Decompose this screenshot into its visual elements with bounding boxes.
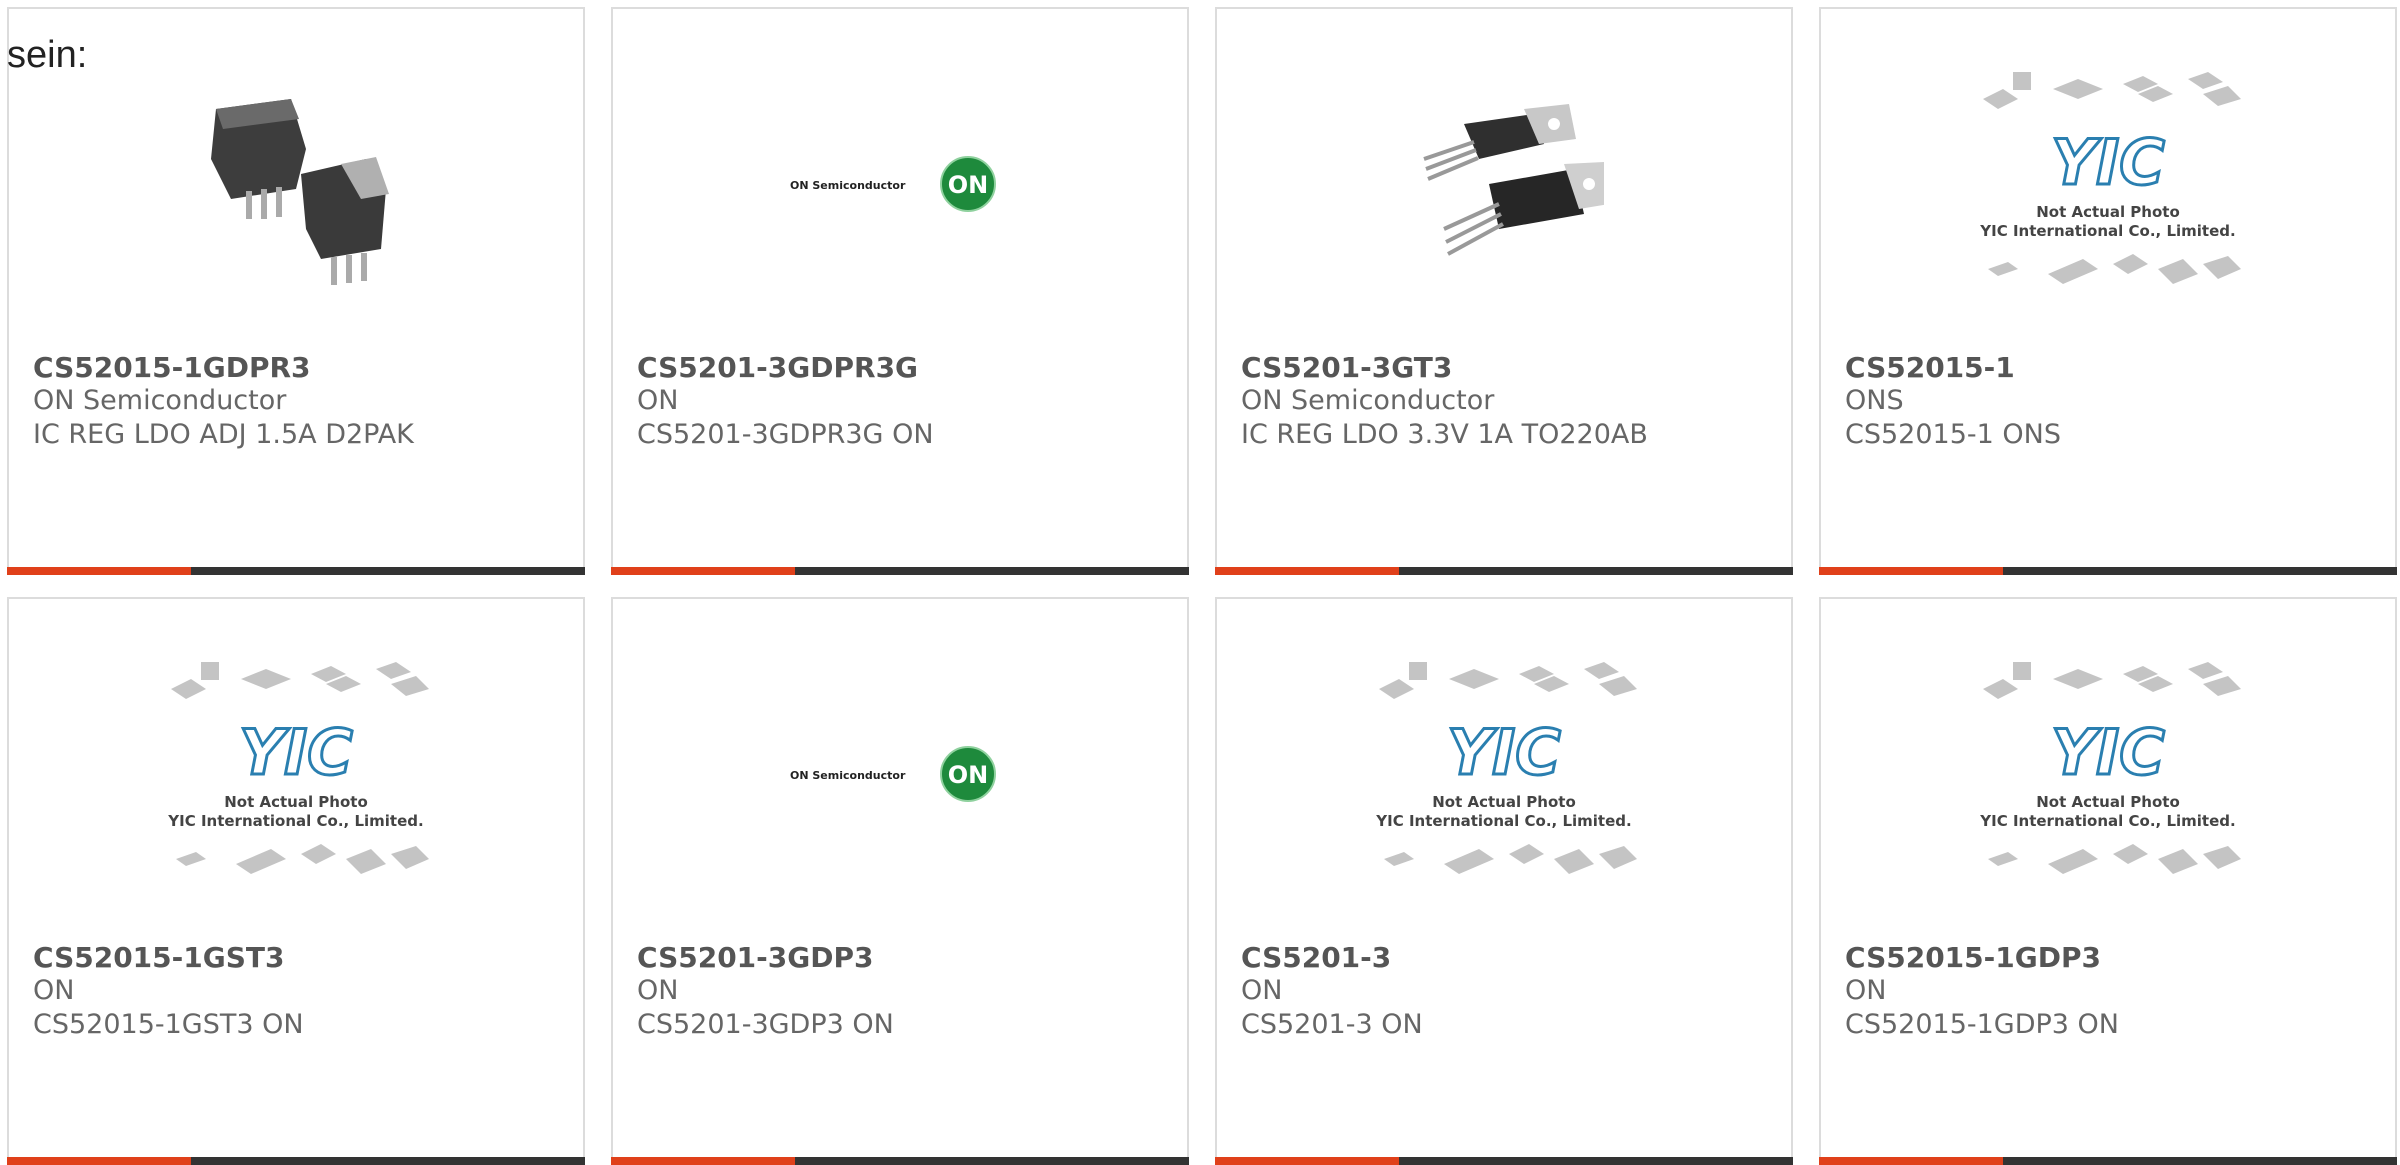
card-accent-bar	[611, 567, 795, 575]
on-semiconductor-logo-icon: ON Semiconductor ON	[790, 156, 996, 212]
manufacturer: ONS	[1845, 385, 1904, 416]
card-accent-bar	[1819, 567, 2003, 575]
svg-text:Not Actual Photo: Not Actual Photo	[1432, 793, 1576, 811]
part-number[interactable]: CS5201-3GT3	[1241, 351, 1452, 384]
product-card[interactable]: YIC Not Actual Photo YIC International C…	[1215, 597, 1793, 1165]
svg-text:YIC International Co., Limited: YIC International Co., Limited.	[1979, 812, 2235, 830]
manufacturer: ON	[637, 975, 679, 1006]
description: CS5201-3 ON	[1241, 1009, 1423, 1040]
svg-text:YIC: YIC	[2051, 126, 2164, 199]
product-card[interactable]: CS52015-1GDPR3 ON Semiconductor IC REG L…	[7, 7, 585, 575]
svg-text:YIC International Co., Limited: YIC International Co., Limited.	[1375, 812, 1631, 830]
description: IC REG LDO ADJ 1.5A D2PAK	[33, 419, 414, 450]
card-bottom-bar	[1819, 1157, 2397, 1165]
part-number[interactable]: CS5201-3GDPR3G	[637, 351, 918, 384]
description: CS52015-1 ONS	[1845, 419, 2061, 450]
product-grid: CS52015-1GDPR3 ON Semiconductor IC REG L…	[0, 0, 2400, 1165]
product-image-to220	[1217, 79, 1791, 289]
d2pak-package-icon	[211, 99, 389, 285]
card-accent-bar	[1215, 1157, 1399, 1165]
on-semiconductor-logo-icon: ON Semiconductor ON	[790, 746, 996, 802]
card-bottom-bar	[611, 1157, 1189, 1165]
product-card[interactable]: YIC Not Actual Photo YIC International C…	[1819, 7, 2397, 575]
card-bottom-bar	[1819, 567, 2397, 575]
manufacturer: ON	[1845, 975, 1887, 1006]
product-card[interactable]: ON Semiconductor ON CS5201-3GDP3 ON CS52…	[611, 597, 1189, 1165]
svg-text:ON: ON	[948, 761, 989, 789]
product-card[interactable]: YIC Not Actual Photo YIC International C…	[1819, 597, 2397, 1165]
product-image-placeholder: YIC Not Actual Photo YIC International C…	[1821, 72, 2395, 289]
part-number[interactable]: CS52015-1	[1845, 351, 2015, 384]
part-number[interactable]: CS52015-1GDPR3	[33, 351, 311, 384]
description: CS5201-3GDPR3G ON	[637, 419, 934, 450]
part-number[interactable]: CS52015-1GST3	[33, 941, 284, 974]
card-accent-bar	[7, 1157, 191, 1165]
card-bottom-bar	[7, 567, 585, 575]
manufacturer: ON Semiconductor	[33, 385, 287, 416]
card-bottom-bar	[1215, 567, 1793, 575]
description: CS52015-1GDP3 ON	[1845, 1009, 2120, 1040]
manufacturer: ON	[637, 385, 679, 416]
yic-placeholder-icon: YIC Not Actual Photo YIC International C…	[1375, 662, 1637, 874]
svg-text:YIC International Co., Limited: YIC International Co., Limited.	[167, 812, 423, 830]
description: IC REG LDO 3.3V 1A TO220AB	[1241, 419, 1648, 450]
part-number[interactable]: CS52015-1GDP3	[1845, 941, 2101, 974]
product-image-placeholder: YIC Not Actual Photo YIC International C…	[1821, 662, 2395, 879]
card-accent-bar	[1819, 1157, 2003, 1165]
svg-text:YIC: YIC	[1447, 716, 1560, 789]
manufacturer: ON Semiconductor	[1241, 385, 1495, 416]
to220-package-icon	[1423, 104, 1604, 256]
svg-text:Not Actual Photo: Not Actual Photo	[2036, 203, 2180, 221]
svg-text:ON Semiconductor: ON Semiconductor	[790, 769, 906, 782]
card-bottom-bar	[7, 1157, 585, 1165]
card-bottom-bar	[1215, 1157, 1793, 1165]
product-image-on-logo: ON Semiconductor ON	[613, 79, 1187, 289]
product-card[interactable]: ON Semiconductor ON CS5201-3GDPR3G ON CS…	[611, 7, 1189, 575]
yic-placeholder-icon: YIC Not Actual Photo YIC International C…	[167, 662, 429, 874]
product-card[interactable]: YIC Not Actual Photo YIC International C…	[7, 597, 585, 1165]
description: CS52015-1GST3 ON	[33, 1009, 304, 1040]
product-image-d2pak	[9, 79, 583, 289]
part-number[interactable]: CS5201-3GDP3	[637, 941, 874, 974]
manufacturer: ON	[33, 975, 75, 1006]
svg-text:YIC International Co., Limited: YIC International Co., Limited.	[1979, 222, 2235, 240]
svg-text:YIC: YIC	[2051, 716, 2164, 789]
yic-placeholder-icon: YIC Not Actual Photo YIC International C…	[1979, 662, 2241, 874]
product-image-placeholder: YIC Not Actual Photo YIC International C…	[9, 662, 583, 879]
part-number[interactable]: CS5201-3	[1241, 941, 1391, 974]
card-accent-bar	[7, 567, 191, 575]
product-image-on-logo: ON Semiconductor ON	[613, 669, 1187, 879]
manufacturer: ON	[1241, 975, 1283, 1006]
svg-text:YIC: YIC	[239, 716, 352, 789]
card-accent-bar	[611, 1157, 795, 1165]
card-accent-bar	[1215, 567, 1399, 575]
description: CS5201-3GDP3 ON	[637, 1009, 894, 1040]
card-bottom-bar	[611, 567, 1189, 575]
svg-text:Not Actual Photo: Not Actual Photo	[2036, 793, 2180, 811]
intro-text-fragment: sein:	[7, 34, 88, 76]
svg-text:ON: ON	[948, 171, 989, 199]
product-card[interactable]: CS5201-3GT3 ON Semiconductor IC REG LDO …	[1215, 7, 1793, 575]
svg-text:Not Actual Photo: Not Actual Photo	[224, 793, 368, 811]
svg-text:ON Semiconductor: ON Semiconductor	[790, 179, 906, 192]
yic-placeholder-icon: YIC Not Actual Photo YIC International C…	[1979, 72, 2241, 284]
product-image-placeholder: YIC Not Actual Photo YIC International C…	[1217, 662, 1791, 879]
